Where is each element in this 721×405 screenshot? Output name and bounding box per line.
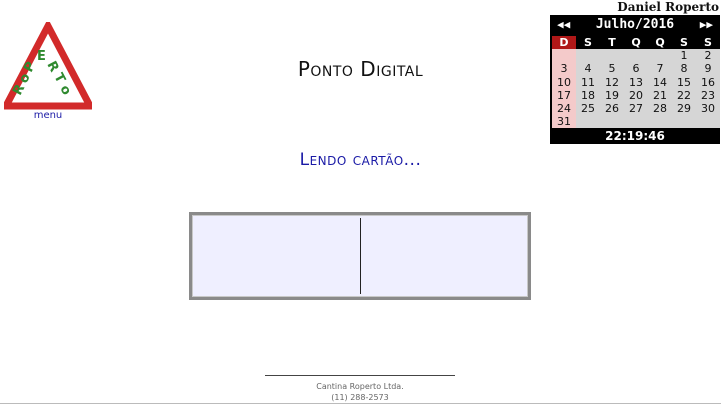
app-root: R o P E R T o menu Ponto Digital Lendo c…: [0, 0, 721, 405]
calendar-month-label: Julho/2016: [595, 17, 675, 32]
calendar-day[interactable]: 28: [648, 102, 672, 115]
logo-triangle-icon: R o P E R T o: [4, 22, 92, 110]
weekday-label: S: [576, 36, 600, 50]
calendar-header: ◀◀ Julho/2016 ▶▶: [551, 16, 719, 36]
calendar-empty-cell: [576, 115, 600, 128]
calendar-empty-cell: [672, 115, 696, 128]
page-title: Ponto Digital: [297, 57, 424, 81]
weekday-label: D: [552, 36, 576, 50]
calendar-day[interactable]: 22: [672, 89, 696, 102]
calendar-day[interactable]: 11: [576, 76, 600, 89]
footer-phone: (11) 288-2573: [331, 393, 389, 402]
calendar-day[interactable]: 6: [624, 62, 648, 75]
calendar-day[interactable]: 2: [696, 49, 720, 62]
calendar-week-row: 31: [552, 115, 720, 129]
calendar-day[interactable]: 25: [576, 102, 600, 115]
calendar-day[interactable]: 9: [696, 62, 720, 75]
calendar-week-row: 12: [552, 49, 720, 63]
calendar-day[interactable]: 5: [600, 62, 624, 75]
calendar-day[interactable]: 30: [696, 102, 720, 115]
bottom-rule: [0, 403, 721, 404]
calendar-day[interactable]: 12: [600, 76, 624, 89]
weekday-label: S: [672, 36, 696, 50]
calendar-day[interactable]: 4: [576, 62, 600, 75]
calendar-empty-cell: [624, 115, 648, 128]
calendar-day[interactable]: 27: [624, 102, 648, 115]
calendar-empty-cell: [648, 115, 672, 128]
calendar-empty-cell: [696, 115, 720, 128]
calendar-empty-cell: [648, 49, 672, 62]
calendar-day[interactable]: 3: [552, 62, 576, 76]
calendar-week-row: 24 25 26 27 28 29 30: [552, 101, 720, 116]
calendar-day[interactable]: 18: [576, 89, 600, 102]
calendar-week-row: 10 11 12 13 14 15 16: [552, 75, 720, 89]
user-name: Daniel Roperto: [617, 0, 719, 14]
weekday-label: S: [696, 36, 720, 50]
calendar-day[interactable]: 7: [648, 62, 672, 75]
calendar-empty-cell: [576, 49, 600, 62]
card-reader-panel: [189, 212, 531, 300]
calendar-empty-cell: [552, 49, 576, 63]
calendar-week-row: 3456789: [552, 62, 720, 76]
calendar-grid: D S T Q Q S S 1 2 3 4 5 6 7 8 9 10 11 12 13 14 15 16 17 1…: [552, 36, 720, 129]
previous-month-icon[interactable]: ◀◀: [557, 18, 570, 31]
calendar-day[interactable]: 15: [672, 76, 696, 89]
calendar-day[interactable]: 29: [672, 102, 696, 115]
weekday-label: Q: [624, 36, 648, 50]
weekday-label: Q: [648, 36, 672, 50]
reader-divider: [360, 218, 361, 294]
calendar-day[interactable]: 14: [648, 76, 672, 89]
calendar-widget: ◀◀ Julho/2016 ▶▶ D S T Q Q S S 123456789…: [550, 15, 720, 144]
calendar-empty-cell: [624, 49, 648, 62]
calendar-day[interactable]: 31: [552, 115, 576, 129]
clock: 22:19:46: [551, 128, 719, 144]
calendar-day[interactable]: 10: [552, 75, 576, 89]
calendar-day[interactable]: 21: [648, 89, 672, 102]
calendar-day[interactable]: 8: [672, 62, 696, 75]
roperto-logo[interactable]: R o P E R T o: [4, 22, 92, 110]
calendar-day[interactable]: 20: [624, 89, 648, 102]
calendar-weeks: 1 2 3 4 5 6 7 8 9 10 11 12 13 14 15 16 17 18 19 20 21 22 23 24 2…: [552, 49, 720, 129]
calendar-day[interactable]: 1: [672, 49, 696, 62]
weekday-label: T: [600, 36, 624, 50]
calendar-week-row: 17 18 19 20 21 22 23: [552, 88, 720, 102]
calendar-day[interactable]: 24: [552, 101, 576, 116]
calendar-day[interactable]: 13: [624, 76, 648, 89]
footer-company: Cantina Roperto Ltda.: [316, 382, 404, 391]
calendar-day[interactable]: 23: [696, 89, 720, 102]
calendar-day[interactable]: 16: [696, 76, 720, 89]
menu-link[interactable]: menu: [28, 110, 68, 121]
status-message: Lendo cartão...: [299, 150, 422, 170]
next-month-icon[interactable]: ▶▶: [700, 18, 713, 31]
calendar-day[interactable]: 19: [600, 89, 624, 102]
weekday-header-row: D S T Q Q S S: [552, 36, 720, 50]
svg-text:E: E: [37, 49, 46, 64]
calendar-day[interactable]: 17: [552, 88, 576, 102]
calendar-day[interactable]: 26: [600, 102, 624, 115]
calendar-empty-cell: [600, 115, 624, 128]
calendar-empty-cell: [600, 49, 624, 62]
footer-divider: [265, 375, 455, 376]
